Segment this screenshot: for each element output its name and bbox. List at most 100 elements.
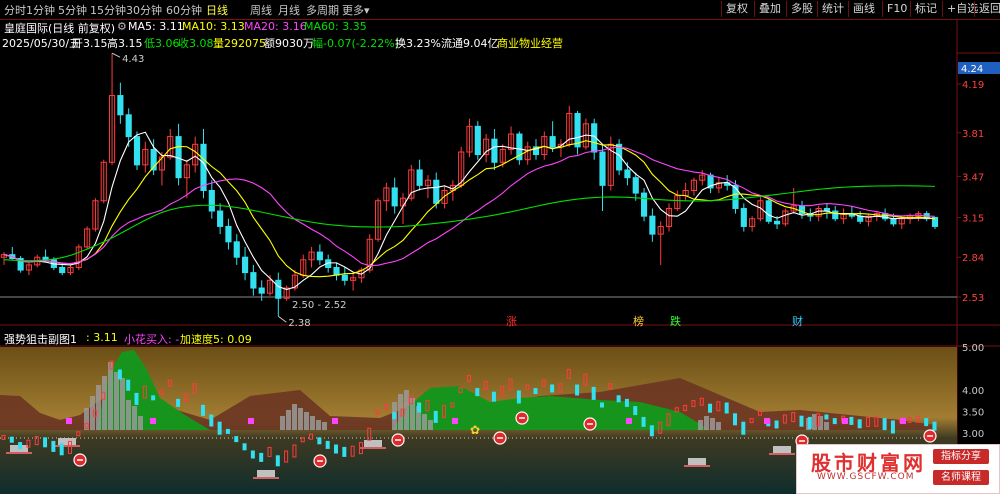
magenta-flag (248, 418, 254, 424)
indicator-candle (641, 416, 646, 427)
candle-down (59, 266, 66, 274)
indicator-candle (317, 437, 322, 445)
indicator-candle (799, 415, 804, 427)
indicator-candle (134, 392, 139, 405)
grey-bar (286, 410, 291, 430)
indicator-candle (18, 442, 23, 450)
grey-bar (316, 420, 321, 430)
magenta-flag (66, 418, 72, 424)
indicator-candle (624, 398, 629, 407)
magenta-flag (842, 418, 848, 424)
indicator-candle (550, 384, 555, 393)
indicator-candle (741, 421, 746, 435)
indicator-candle (774, 420, 779, 429)
indicator-candle (491, 391, 496, 402)
indicator-candle (176, 398, 181, 407)
indicator-candle (225, 428, 230, 434)
grey-bar (404, 390, 409, 430)
watermark-badge-course: 名师课程 (933, 470, 989, 485)
grey-bar (120, 378, 125, 430)
grey-bar (138, 416, 143, 430)
ma10-line (3, 140, 936, 278)
indicator-candle (616, 395, 621, 403)
base-block (257, 470, 275, 478)
indicator-candle (832, 418, 837, 425)
indicator-candle (51, 440, 56, 452)
grey-bar (422, 414, 427, 430)
candle-down (549, 136, 556, 148)
high-annotation: 4.43 (122, 54, 144, 65)
indicator-candle (242, 443, 247, 451)
indicator-candle (733, 413, 737, 426)
grey-bar (698, 420, 703, 430)
grey-bar (108, 362, 113, 430)
candle-down (117, 95, 124, 116)
event-marker: 涨 (506, 315, 517, 328)
grey-bar (132, 406, 137, 430)
indicator-candle (824, 414, 829, 420)
base-block (773, 446, 791, 454)
grey-bar (304, 412, 309, 430)
low-pointer (278, 315, 287, 323)
indicator-candle (649, 425, 654, 437)
current-price-label: 4.24 (961, 64, 983, 75)
candle-down (732, 184, 739, 209)
magenta-flag (900, 418, 906, 424)
indicator-candle (882, 418, 887, 431)
price-tick-label: 2.53 (962, 293, 984, 304)
candle-down (133, 136, 141, 166)
grey-bar (710, 418, 715, 430)
watermark-url: WWW.GSCFW.COM (817, 472, 915, 482)
candle-down (433, 179, 440, 204)
indicator-candle (890, 420, 895, 434)
indicator-candle (334, 444, 338, 454)
magenta-flag (764, 418, 770, 424)
candle-down (258, 287, 265, 294)
candle-down (341, 274, 348, 281)
chart-area: 4.19 3.81 3.47 3.15 2.84 2.53 4.24 4.43 2.50 - 2… (0, 19, 1000, 494)
grey-bar (818, 416, 823, 430)
indicator-candle (151, 395, 156, 401)
candle-down (391, 187, 398, 207)
indicator-candle (516, 390, 521, 404)
grey-bar (280, 416, 285, 430)
indicator-tick-label: 3.50 (962, 408, 984, 419)
candle-down (416, 169, 423, 186)
indicator-candle (9, 436, 14, 443)
magenta-flag (626, 418, 632, 424)
grey-bar (310, 416, 315, 430)
indicator-tick-label: 5.00 (962, 343, 984, 354)
candle-down (832, 210, 839, 220)
indicator-candle (417, 402, 422, 413)
candle-down (208, 190, 215, 212)
indicator-candle (43, 437, 48, 448)
grey-bar (292, 404, 297, 430)
indicator-candle (275, 455, 280, 467)
flower-icon: ✿ (470, 423, 480, 437)
indicator-candle (849, 416, 854, 425)
event-marker: 榜 (633, 314, 644, 328)
indicator-candle (433, 410, 438, 423)
candle-down (125, 114, 132, 138)
candle-down (773, 220, 781, 225)
high-pointer (111, 52, 121, 58)
grey-bar (126, 400, 131, 430)
indicator-candle (708, 403, 713, 413)
watermark-badge-indicator: 指标分享 (933, 449, 989, 464)
candle-down (890, 218, 897, 225)
candle-down (250, 272, 257, 289)
base-block (688, 458, 706, 466)
grey-bar (102, 376, 107, 430)
indicator-candle (857, 419, 862, 429)
price-tick-label: 3.81 (962, 129, 984, 140)
magenta-flag (150, 418, 156, 424)
indicator-tick-label: 3.00 (962, 429, 984, 440)
indicator-candle (575, 384, 580, 396)
indicator-candle (591, 386, 596, 400)
candle-down (649, 215, 656, 235)
grey-bar (96, 385, 101, 430)
candle-down (241, 256, 249, 274)
indicator-candle (201, 404, 205, 416)
indicator-tick-label: 4.00 (962, 386, 984, 397)
indicator-candle (924, 418, 929, 427)
